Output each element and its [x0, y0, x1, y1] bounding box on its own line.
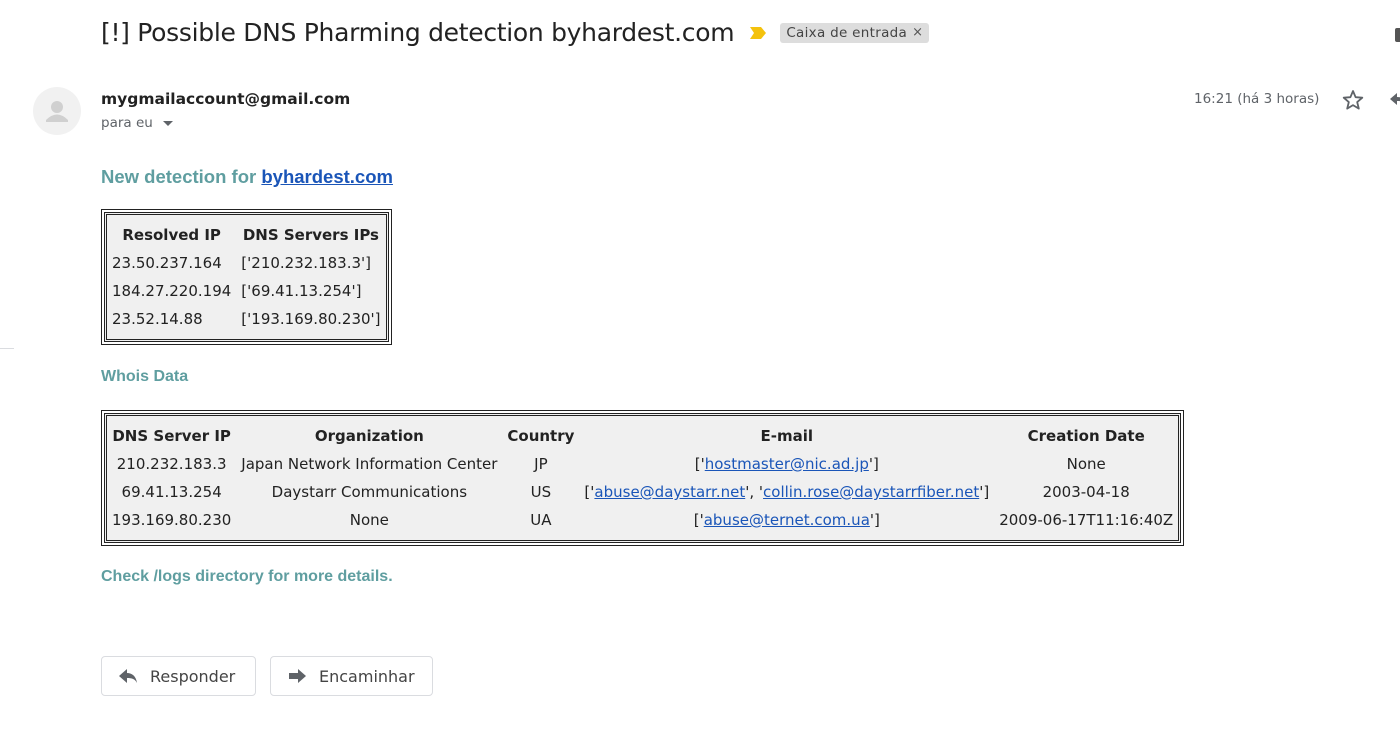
dns-server-cell: ['193.169.80.230']: [241, 310, 381, 328]
dns-ip-cell: 193.169.80.230: [112, 511, 232, 529]
column-header: E-mail: [760, 427, 814, 445]
email-link[interactable]: hostmaster@nic.ad.jp: [705, 455, 869, 473]
email-link[interactable]: abuse@ternet.com.ua: [704, 511, 870, 529]
column-header: Creation Date: [1027, 427, 1145, 445]
reply-button[interactable]: Responder: [101, 656, 256, 696]
column-header: DNS Servers IPs: [242, 226, 379, 244]
table-header-row: DNS Server IP Organization Country E-mai…: [107, 416, 1178, 450]
table-row: 23.52.14.88 ['193.169.80.230']: [107, 305, 386, 339]
email-timestamp: 16:21 (há 3 horas): [1194, 91, 1320, 107]
print-icon[interactable]: [1395, 28, 1400, 42]
creation-date-cell: None: [1066, 455, 1106, 473]
country-cell: US: [530, 483, 552, 501]
creation-date-cell: 2003-04-18: [1042, 483, 1130, 501]
chevron-down-icon[interactable]: [162, 120, 173, 126]
table-row: 69.41.13.254 Daystarr Communications US …: [107, 478, 1178, 506]
country-cell: JP: [534, 455, 548, 473]
subject-row: [!] Possible DNS Pharming detection byha…: [101, 18, 930, 47]
inbox-label-chip[interactable]: Caixa de entrada ×: [780, 22, 930, 43]
inbox-label-text: Caixa de entrada: [786, 24, 908, 41]
table-row: 210.232.183.3 Japan Network Information …: [107, 450, 1178, 478]
whois-table: DNS Server IP Organization Country E-mai…: [100, 410, 1185, 546]
column-header: Resolved IP: [122, 226, 221, 244]
recipient-text: para eu: [101, 115, 153, 131]
email-view: [!] Possible DNS Pharming detection byha…: [0, 0, 1400, 738]
forward-button[interactable]: Encaminhar: [270, 656, 433, 696]
heading-prefix: New detection for: [101, 166, 262, 187]
resolved-ip-table: Resolved IP DNS Servers IPs 23.50.237.16…: [101, 209, 392, 345]
star-icon[interactable]: [1341, 88, 1365, 112]
organization-cell: None: [349, 511, 389, 529]
dns-server-cell: ['69.41.13.254']: [241, 282, 362, 300]
sender-address[interactable]: mygmailaccount@gmail.com: [101, 90, 350, 108]
reply-icon[interactable]: [1388, 90, 1400, 108]
reply-label: Responder: [150, 666, 236, 686]
avatar-icon[interactable]: [33, 87, 81, 135]
resolved-ip-cell: 23.52.14.88: [112, 310, 203, 328]
recipient-line: para eu: [101, 115, 173, 131]
importance-marker-icon[interactable]: [748, 25, 768, 41]
detection-heading: New detection for byhardest.com: [101, 166, 393, 188]
logs-note: Check /logs directory for more details.: [101, 568, 393, 585]
organization-cell: Daystarr Communications: [271, 483, 468, 501]
remove-label-icon[interactable]: ×: [912, 25, 923, 40]
column-header: Organization: [314, 427, 424, 445]
table-row: 184.27.220.194 ['69.41.13.254']: [107, 277, 386, 305]
email-cell: ['hostmaster@nic.ad.jp']: [694, 455, 879, 473]
dns-ip-cell: 69.41.13.254: [121, 483, 222, 501]
column-header: Country: [507, 427, 575, 445]
column-header: DNS Server IP: [112, 427, 231, 445]
resolved-ip-cell: 184.27.220.194: [112, 282, 232, 300]
forward-icon: [289, 669, 306, 683]
table-row: 23.50.237.164 ['210.232.183.3']: [107, 249, 386, 277]
domain-link[interactable]: byhardest.com: [261, 166, 393, 187]
table-row: 193.169.80.230 None UA ['abuse@ternet.co…: [107, 506, 1178, 540]
reply-icon: [119, 669, 137, 683]
creation-date-cell: 2009-06-17T11:16:40Z: [999, 511, 1174, 529]
organization-cell: Japan Network Information Center: [241, 455, 498, 473]
dns-ip-cell: 210.232.183.3: [116, 455, 227, 473]
email-link[interactable]: collin.rose@daystarrfiber.net: [763, 483, 979, 501]
divider: [0, 348, 14, 349]
dns-server-cell: ['210.232.183.3']: [241, 254, 371, 272]
whois-title: Whois Data: [101, 368, 189, 385]
resolved-ip-cell: 23.50.237.164: [112, 254, 222, 272]
email-cell: ['abuse@daystarr.net', 'collin.rose@days…: [584, 483, 990, 501]
forward-label: Encaminhar: [319, 666, 415, 686]
email-cell: ['abuse@ternet.com.ua']: [693, 511, 880, 529]
email-link[interactable]: abuse@daystarr.net: [594, 483, 745, 501]
email-subject: [!] Possible DNS Pharming detection byha…: [101, 18, 735, 47]
country-cell: UA: [530, 511, 552, 529]
table-header-row: Resolved IP DNS Servers IPs: [107, 215, 386, 249]
